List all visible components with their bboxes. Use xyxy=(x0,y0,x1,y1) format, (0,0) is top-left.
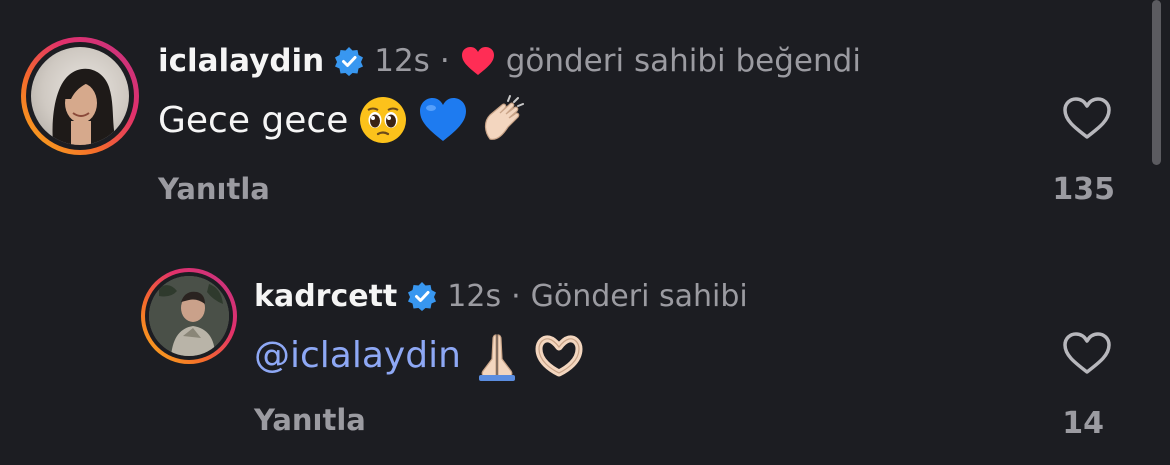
heart-hands-emoji xyxy=(533,329,585,381)
blue-heart-emoji xyxy=(418,95,468,145)
comment-header: kadrcett 12s · Gönderi sahibi xyxy=(254,276,748,316)
scrollbar[interactable] xyxy=(1152,0,1161,165)
avatar-photo xyxy=(149,276,229,356)
avatar-inner xyxy=(145,272,233,360)
comment-header: iclalaydin 12s · gönderi sahibi beğendi xyxy=(158,40,861,82)
verified-badge-icon xyxy=(334,46,364,76)
username[interactable]: iclalaydin xyxy=(158,43,324,79)
like-count: 14 xyxy=(1062,406,1104,441)
comment-text: @iclalaydin xyxy=(254,328,585,382)
clapping-hands-emoji xyxy=(478,95,528,145)
comment-time: 12s xyxy=(447,278,502,314)
like-count: 135 xyxy=(1052,172,1115,207)
comment-time: 12s xyxy=(374,43,430,79)
pleading-face-emoji xyxy=(358,95,408,145)
avatar[interactable] xyxy=(21,37,139,155)
separator-dot: · xyxy=(439,43,450,79)
avatar-inner xyxy=(26,42,134,150)
avatar-person-image xyxy=(149,276,229,356)
username[interactable]: kadrcett xyxy=(254,279,397,314)
avatar-photo xyxy=(31,47,129,145)
comment-item: iclalaydin 12s · gönderi sahibi beğendi … xyxy=(0,0,1170,240)
comment-text: Gece gece xyxy=(158,92,528,148)
liked-by-author-text: gönderi sahibi beğendi xyxy=(505,43,861,79)
reply-button[interactable]: Yanıtla xyxy=(254,403,366,437)
separator-dot: · xyxy=(511,278,521,314)
folded-hands-emoji xyxy=(471,329,523,381)
comment-reply-item: kadrcett 12s · Gönderi sahibi @iclalaydi… xyxy=(0,240,1170,465)
author-badge-text: Gönderi sahibi xyxy=(530,278,748,314)
heart-outline-icon[interactable] xyxy=(1061,330,1113,376)
comment-body: Gece gece xyxy=(158,99,349,141)
verified-badge-icon xyxy=(407,281,437,311)
avatar-person-image xyxy=(52,68,117,145)
comments-panel: iclalaydin 12s · gönderi sahibi beğendi … xyxy=(0,0,1170,465)
reply-button[interactable]: Yanıtla xyxy=(158,172,270,206)
red-heart-icon xyxy=(460,45,496,77)
heart-outline-icon[interactable] xyxy=(1061,95,1113,141)
avatar[interactable] xyxy=(141,268,237,364)
mention-link[interactable]: @iclalaydin xyxy=(254,335,461,376)
